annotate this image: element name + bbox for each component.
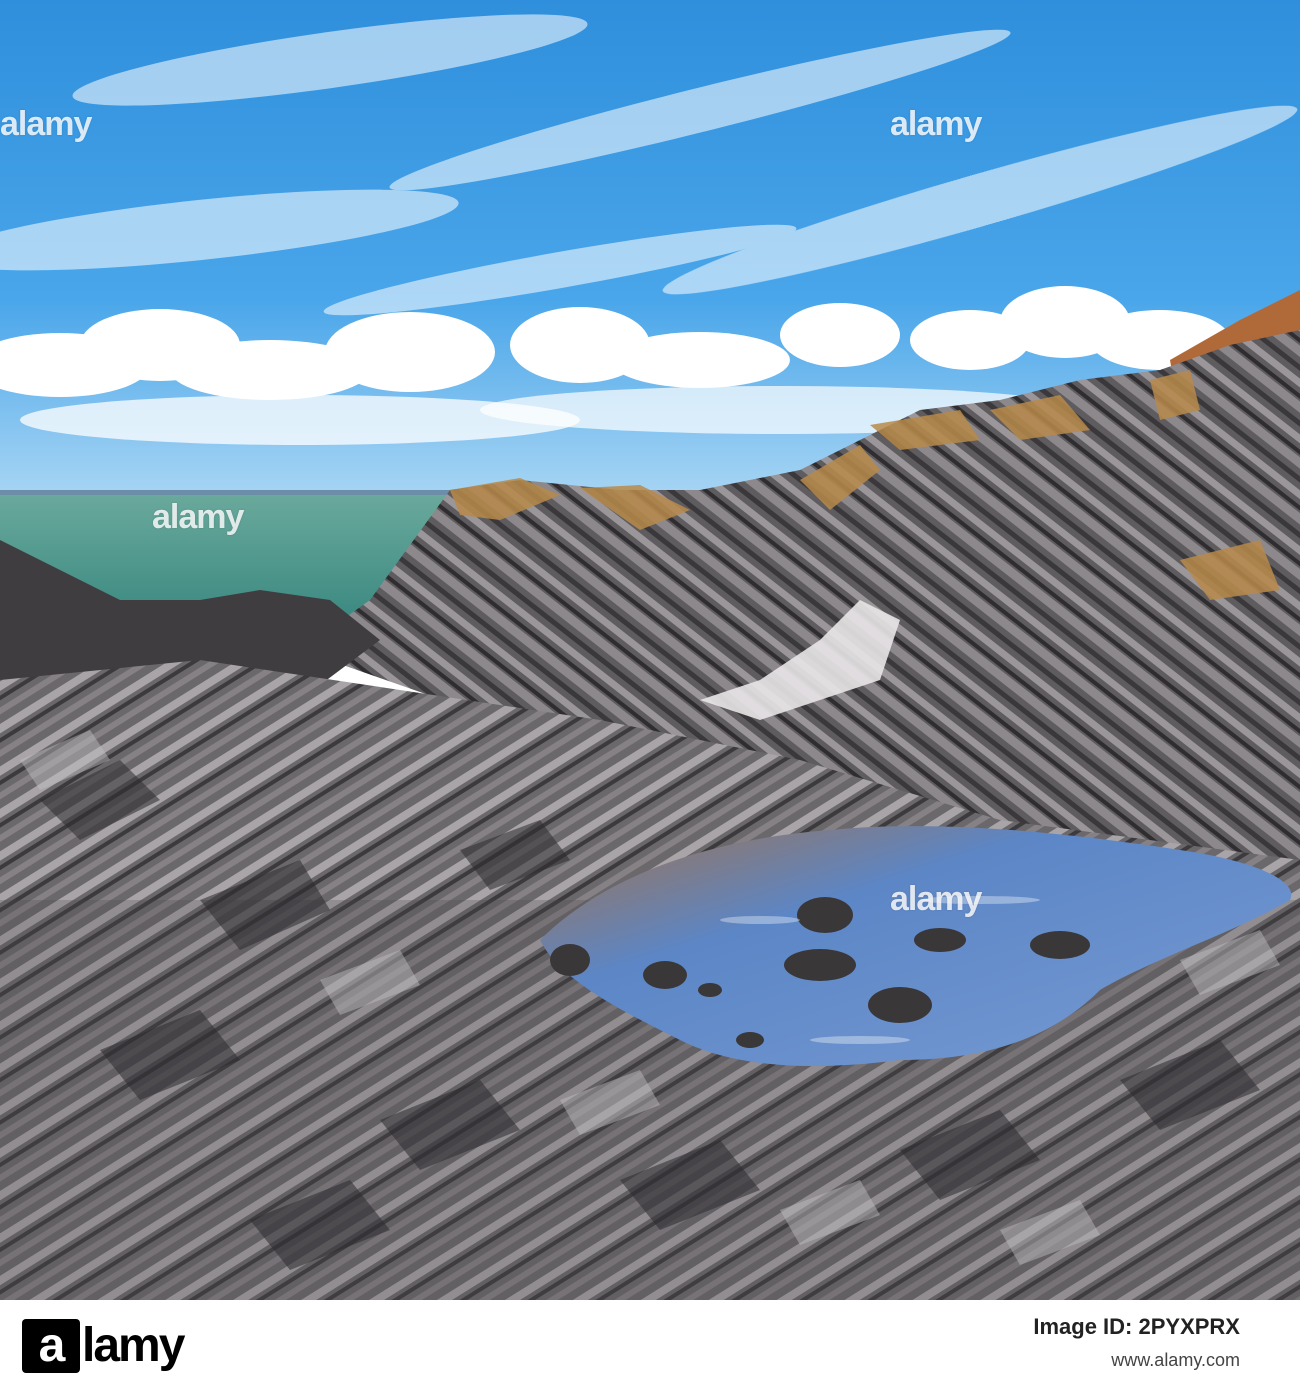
logo-wordmark: lamy [82, 1319, 185, 1372]
image-id: Image ID: 2PYXPRX [1033, 1314, 1240, 1339]
photo-scene [0, 0, 1300, 1300]
watermark: alamy [890, 880, 982, 918]
site-url[interactable]: www.alamy.com [1111, 1350, 1240, 1371]
footer-bar: a lamy Image ID: 2PYXPRX www.alamy.com [0, 1300, 1300, 1390]
coastal-rock-photo: alamy alamy alamy alamy [0, 0, 1300, 1300]
watermark: alamy [152, 498, 244, 536]
watermark: alamy [890, 105, 982, 143]
alamy-logo[interactable]: a lamy [22, 1318, 185, 1373]
logo-a-mark: a [22, 1319, 80, 1373]
watermark: alamy [0, 105, 92, 143]
